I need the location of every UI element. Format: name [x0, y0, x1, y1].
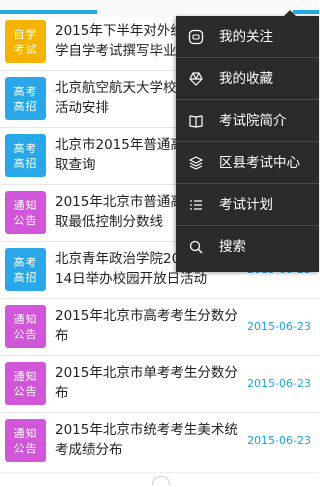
badge-line1: 高考 — [13, 255, 38, 269]
category-badge: 高考 高招 — [5, 248, 46, 291]
badge-line2: 公告 — [13, 441, 38, 455]
list-item[interactable]: 通知 公告 2015年北京市统考考生美术统考成绩分布 2015-06-23 — [0, 413, 319, 470]
menu-item-label: 搜索 — [219, 239, 246, 255]
category-badge: 通知 公告 — [5, 419, 46, 462]
focus-icon — [188, 29, 204, 45]
menu-item-label: 考试院简介 — [219, 113, 287, 129]
badge-line2: 考试 — [13, 42, 38, 56]
home-indicator[interactable] — [152, 476, 170, 485]
book-icon — [189, 115, 203, 128]
badge-line2: 高招 — [13, 156, 38, 170]
news-date: 2015-06-23 — [247, 377, 311, 390]
bottom-bar — [0, 472, 319, 487]
menu-item-exam-plan[interactable]: 考试计划 — [176, 184, 319, 226]
badge-line1: 自学 — [13, 27, 38, 41]
category-badge: 通知 公告 — [5, 362, 46, 405]
menu-item-about[interactable]: 考试院简介 — [176, 100, 319, 142]
news-title: 2015年北京市高考考生分数分布 — [55, 308, 238, 344]
badge-line1: 高考 — [13, 84, 38, 98]
category-badge: 高考 高招 — [5, 77, 46, 120]
badge-line2: 高招 — [13, 99, 38, 113]
menu-item-label: 区县考试中心 — [219, 155, 300, 171]
favorites-icon — [189, 72, 203, 86]
menu-item-label: 我的收藏 — [219, 71, 273, 87]
badge-line1: 通知 — [13, 426, 38, 440]
badge-line2: 公告 — [13, 213, 38, 227]
badge-line2: 公告 — [13, 327, 38, 341]
category-badge: 通知 公告 — [5, 305, 46, 348]
list-item[interactable]: 通知 公告 2015年北京市单考考生分数分布 2015-06-23 — [0, 356, 319, 413]
menu-item-search[interactable]: 搜索 — [176, 226, 319, 268]
menu-item-label: 我的关注 — [219, 29, 273, 45]
news-title: 2015年北京市统考考生美术统考成绩分布 — [55, 422, 238, 458]
menu-item-my-focus[interactable]: 我的关注 — [176, 16, 319, 58]
layers-icon — [189, 156, 203, 170]
menu-item-district-center[interactable]: 区县考试中心 — [176, 142, 319, 184]
badge-line2: 高招 — [13, 270, 38, 284]
category-badge: 通知 公告 — [5, 191, 46, 234]
badge-line1: 通知 — [13, 369, 38, 383]
overflow-menu: 我的关注 我的收藏 考试院简介 区县考试中心 考试计划 搜索 — [176, 10, 319, 272]
news-date: 2015-06-23 — [247, 434, 311, 447]
category-badge: 高考 高招 — [5, 134, 46, 177]
news-date: 2015-06-23 — [247, 320, 311, 333]
badge-line1: 高考 — [13, 141, 38, 155]
badge-line1: 通知 — [13, 198, 38, 212]
badge-line2: 公告 — [13, 384, 38, 398]
list-item[interactable]: 通知 公告 2015年北京市高考考生分数分布 2015-06-23 — [0, 299, 319, 356]
search-icon — [189, 240, 203, 254]
menu-item-favorites[interactable]: 我的收藏 — [176, 58, 319, 100]
news-title: 2015年北京市单考考生分数分布 — [55, 365, 238, 401]
menu-item-label: 考试计划 — [219, 197, 273, 213]
category-badge: 自学 考试 — [5, 20, 46, 63]
list-icon — [190, 200, 202, 210]
badge-line1: 通知 — [13, 312, 38, 326]
